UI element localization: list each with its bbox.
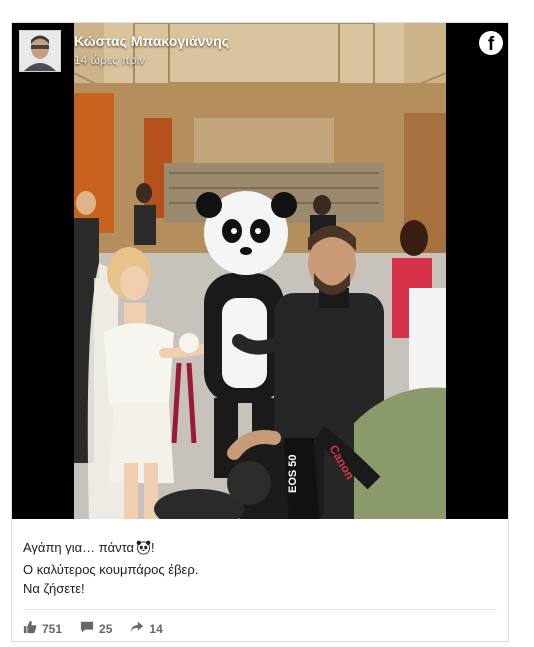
caption-line-3: Να ζήσετε!: [23, 581, 85, 596]
share-count-button[interactable]: 14: [130, 620, 163, 637]
post-timestamp[interactable]: 14 ώρες πριν: [74, 53, 145, 67]
like-count: 751: [42, 621, 63, 636]
share-icon: [130, 620, 144, 637]
comment-count: 25: [99, 621, 113, 636]
comment-icon: [80, 620, 94, 637]
reaction-bar: 751 25 14: [23, 620, 163, 637]
facebook-post-card: EOS 50 Canon Κώστας Μπακογιάννης 14 ώρες…: [11, 22, 509, 642]
caption-line-2: Ο καλύτερος κουμπάρος έβερ.: [23, 562, 199, 577]
svg-text:EOS 50: EOS 50: [287, 454, 299, 493]
divider: [23, 609, 497, 610]
caption-line-1: Αγάπη για… πάντα!: [23, 538, 198, 560]
author-name[interactable]: Κώστας Μπακογιάννης: [74, 33, 229, 49]
facebook-logo-icon[interactable]: f: [479, 31, 503, 55]
post-caption: Αγάπη για… πάντα! Ο καλύτερος κουμπάρος …: [23, 538, 198, 598]
share-count: 14: [149, 621, 163, 636]
comment-count-button[interactable]: 25: [80, 620, 112, 637]
author-avatar[interactable]: [19, 30, 61, 72]
wedding-photo-illustration: EOS 50 Canon: [74, 23, 446, 519]
post-photo[interactable]: EOS 50 Canon: [74, 23, 446, 519]
like-icon: [23, 620, 37, 637]
like-count-button[interactable]: 751: [23, 620, 62, 637]
panda-emoji-icon: [136, 540, 151, 560]
avatar-portrait: [20, 31, 60, 71]
post-media[interactable]: EOS 50 Canon Κώστας Μπακογιάννης 14 ώρες…: [12, 23, 508, 519]
